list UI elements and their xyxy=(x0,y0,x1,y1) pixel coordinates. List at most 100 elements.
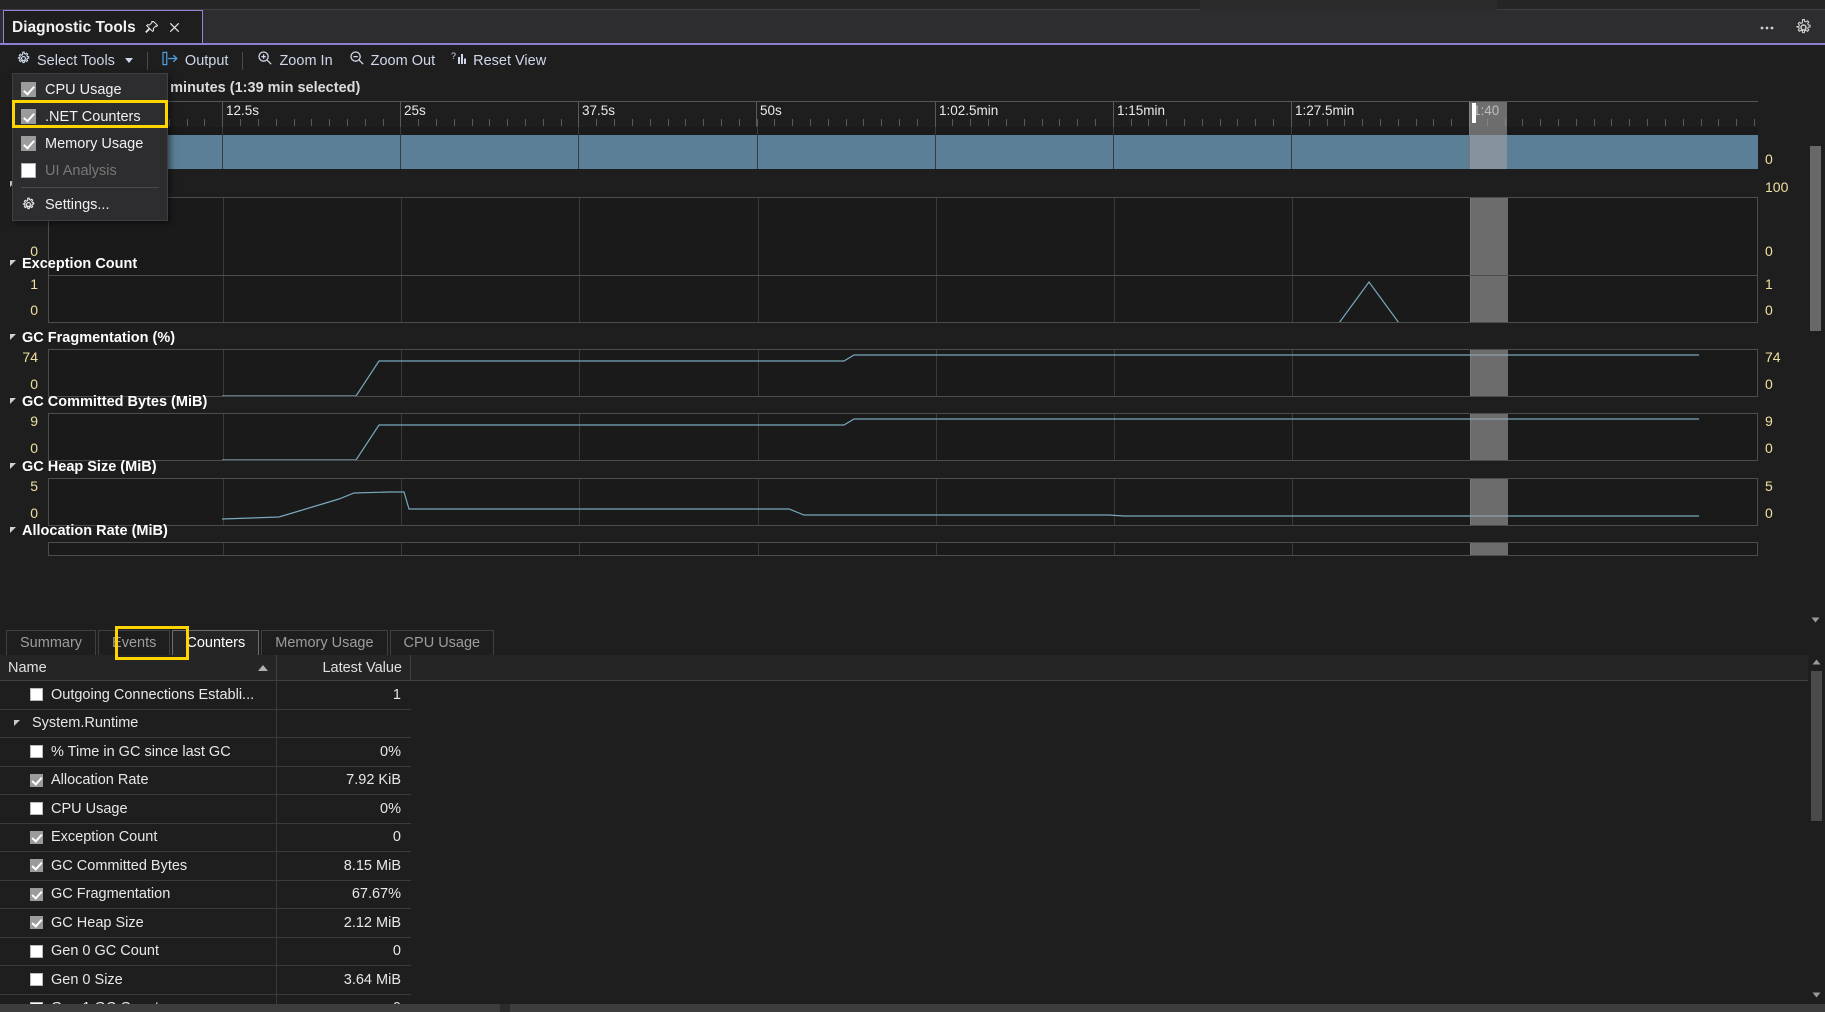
plot-exception-count[interactable] xyxy=(48,275,1758,323)
row-name-cell[interactable]: Outgoing Connections Establi... xyxy=(0,681,277,709)
zoom-out-button[interactable]: Zoom Out xyxy=(341,47,443,74)
tab-summary[interactable]: Summary xyxy=(6,630,96,655)
menu-item-net-counters[interactable]: .NET Counters xyxy=(13,103,167,130)
row-name-cell[interactable]: Allocation Rate xyxy=(0,767,277,795)
checkbox-icon[interactable] xyxy=(21,109,36,124)
ruler-minor-tick xyxy=(1576,119,1577,126)
row-checkbox[interactable] xyxy=(30,831,43,844)
row-name-cell[interactable]: GC Heap Size xyxy=(0,909,277,937)
gc-heap-size-y-min-label-right: 0 xyxy=(1765,505,1809,521)
row-name-cell[interactable]: GC Fragmentation xyxy=(0,881,277,909)
tab-cpu-usage[interactable]: CPU Usage xyxy=(390,630,495,655)
expander-icon[interactable] xyxy=(10,463,16,469)
ruler-minor-tick xyxy=(1131,119,1132,126)
select-tools-menu[interactable]: CPU Usage .NET Counters Memory Usage UI … xyxy=(12,73,168,221)
table-row[interactable]: Gen 0 Size 3.64 MiB xyxy=(0,966,411,995)
ruler-minor-tick xyxy=(703,119,704,126)
row-name-cell[interactable]: GC Committed Bytes xyxy=(0,852,277,880)
row-checkbox[interactable] xyxy=(30,888,43,901)
row-name-cell[interactable]: System.Runtime xyxy=(0,710,277,738)
tab-counters[interactable]: Counters xyxy=(172,630,259,655)
plot-allocation-rate[interactable] xyxy=(48,542,1758,556)
scroll-up-icon[interactable] xyxy=(1810,656,1823,669)
output-button[interactable]: Output xyxy=(154,48,237,74)
select-tools-button[interactable]: Select Tools xyxy=(8,48,141,74)
tab-events[interactable]: Events xyxy=(98,630,170,655)
ruler-minor-tick xyxy=(1718,119,1719,126)
table-row[interactable]: Allocation Rate 7.92 KiB xyxy=(0,767,411,796)
ruler-cursor[interactable] xyxy=(1472,103,1476,123)
table-row[interactable]: Outgoing Connections Establi... 1 xyxy=(0,681,411,710)
plot-gc-committed-bytes[interactable] xyxy=(48,413,1758,461)
row-checkbox[interactable] xyxy=(30,945,43,958)
diagnostic-tools-window: Diagnostic Tools Select Tools xyxy=(0,10,1825,1002)
section-header-gc-heap-size[interactable]: GC Heap Size (MiB) xyxy=(10,459,157,475)
section-header-gc-committed-bytes[interactable]: GC Committed Bytes (MiB) xyxy=(10,394,207,410)
expander-icon[interactable] xyxy=(14,720,20,726)
row-checkbox[interactable] xyxy=(30,745,43,758)
ruler-minor-tick xyxy=(187,119,188,126)
row-checkbox[interactable] xyxy=(30,859,43,872)
expander-icon[interactable] xyxy=(10,334,16,340)
column-header-name[interactable]: Name xyxy=(0,655,277,681)
row-name-cell[interactable]: % Time in GC since last GC xyxy=(0,738,277,766)
plot-gc-fragmentation[interactable] xyxy=(48,349,1758,397)
section-header-gc-fragmentation[interactable]: GC Fragmentation (%) xyxy=(10,330,175,346)
cpu-usage-y-max-label-right: 100 xyxy=(1765,179,1809,195)
timeline-selection-band-alloc[interactable] xyxy=(1470,543,1508,556)
ruler-minor-tick xyxy=(757,119,758,126)
table-row-group[interactable]: System.Runtime xyxy=(0,710,411,739)
tab-memory-usage[interactable]: Memory Usage xyxy=(261,630,387,655)
timeline-selection-band-committed[interactable] xyxy=(1470,414,1508,461)
timeline-selection-band-memory[interactable] xyxy=(1469,127,1507,169)
row-checkbox[interactable] xyxy=(30,688,43,701)
graphs-vertical-scrollbar[interactable] xyxy=(1808,146,1823,625)
expander-icon[interactable] xyxy=(10,527,16,533)
table-row[interactable]: GC Committed Bytes 8.15 MiB xyxy=(0,852,411,881)
table-row[interactable]: GC Fragmentation 67.67% xyxy=(0,881,411,910)
section-header-allocation-rate[interactable]: Allocation Rate (MiB) xyxy=(10,523,168,539)
ruler-minor-tick xyxy=(240,119,241,126)
plot-gc-heap-size[interactable] xyxy=(48,478,1758,526)
zoom-in-button[interactable]: Zoom In xyxy=(249,47,340,74)
reset-view-button[interactable]: ? Reset View xyxy=(443,47,554,74)
table-row[interactable]: Gen 0 GC Count 0 xyxy=(0,938,411,967)
ruler-minor-tick xyxy=(863,119,864,126)
row-name-cell[interactable]: Exception Count xyxy=(0,824,277,852)
plot-memory-usage[interactable] xyxy=(48,127,1758,169)
menu-item-memory-usage[interactable]: Memory Usage xyxy=(13,130,167,157)
graphs-scrollbar-thumb[interactable] xyxy=(1810,146,1821,331)
table-row[interactable]: CPU Usage 0% xyxy=(0,795,411,824)
expander-icon[interactable] xyxy=(10,398,16,404)
gear-icon[interactable] xyxy=(1794,18,1813,42)
column-header-latest-value[interactable]: Latest Value xyxy=(277,655,411,681)
timeline-ruler[interactable]: 12.5s25s37.5s50s1:02.5min1:15min1:27.5mi… xyxy=(48,101,1758,127)
row-checkbox[interactable] xyxy=(30,774,43,787)
counters-vertical-scrollbar[interactable] xyxy=(1808,655,1825,1002)
timeline-selection-band-frag[interactable] xyxy=(1470,350,1508,397)
scroll-down-icon[interactable] xyxy=(1809,613,1822,625)
expander-icon[interactable] xyxy=(10,260,16,266)
table-row[interactable]: % Time in GC since last GC 0% xyxy=(0,738,411,767)
table-row[interactable]: GC Heap Size 2.12 MiB xyxy=(0,909,411,938)
timeline-selection-band-exc[interactable] xyxy=(1470,276,1508,323)
checkbox-icon[interactable] xyxy=(21,82,36,97)
tab-diagnostic-tools[interactable]: Diagnostic Tools xyxy=(3,10,203,44)
counters-scrollbar-thumb[interactable] xyxy=(1811,671,1822,821)
row-checkbox[interactable] xyxy=(30,802,43,815)
row-checkbox[interactable] xyxy=(30,973,43,986)
menu-item-settings[interactable]: Settings... xyxy=(13,191,167,218)
scroll-down-icon[interactable] xyxy=(1810,988,1823,1001)
section-header-exception-count[interactable]: Exception Count xyxy=(10,256,137,272)
row-name-cell[interactable]: Gen 0 Size xyxy=(0,966,277,994)
more-options-icon[interactable] xyxy=(1758,19,1776,42)
checkbox-icon[interactable] xyxy=(21,136,36,151)
row-checkbox[interactable] xyxy=(30,916,43,929)
close-icon[interactable] xyxy=(167,20,182,35)
timeline-selection-band-heap[interactable] xyxy=(1470,479,1508,526)
menu-item-cpu-usage[interactable]: CPU Usage xyxy=(13,76,167,103)
table-row[interactable]: Exception Count 0 xyxy=(0,824,411,853)
row-name-cell[interactable]: Gen 0 GC Count xyxy=(0,938,277,966)
row-name-cell[interactable]: CPU Usage xyxy=(0,795,277,823)
pin-icon[interactable] xyxy=(144,20,159,35)
